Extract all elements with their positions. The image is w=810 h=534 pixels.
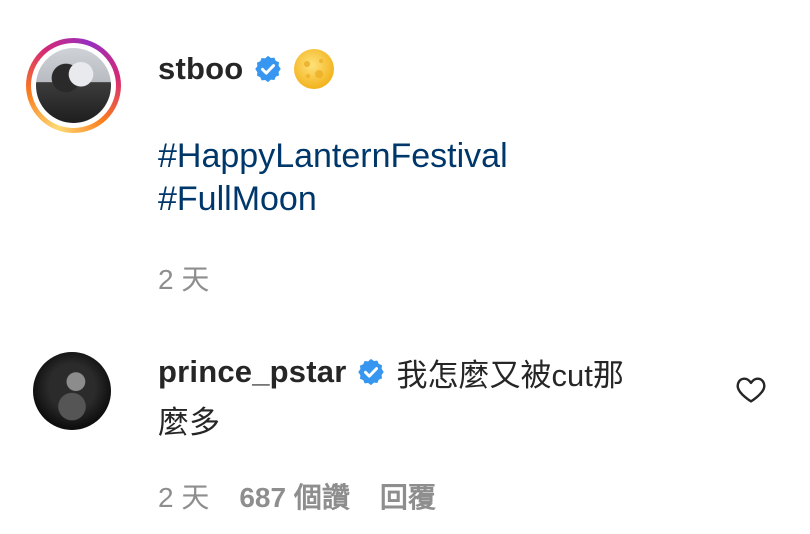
post-avatar xyxy=(31,43,116,128)
moon-emoji-icon xyxy=(294,49,335,89)
post-timestamp: 2 天 xyxy=(158,264,210,295)
reply-button[interactable]: 回覆 xyxy=(380,476,436,516)
post-avatar-photo xyxy=(36,48,111,123)
comment-avatar[interactable] xyxy=(33,352,111,430)
comment-timestamp: 2 天 xyxy=(158,482,210,513)
verified-badge-icon xyxy=(255,55,282,83)
post-avatar-story-ring[interactable] xyxy=(26,38,121,133)
post-username[interactable]: stboo xyxy=(158,51,243,87)
post-hashtag-1[interactable]: #HappyLanternFestival xyxy=(158,135,508,178)
post-hashtag-2[interactable]: #FullMoon xyxy=(158,178,317,221)
post-header: stboo xyxy=(158,49,335,89)
verified-badge-icon xyxy=(358,358,385,386)
comment-username[interactable]: prince_pstar xyxy=(158,354,346,390)
heart-icon[interactable] xyxy=(735,374,767,404)
comment-likes-count[interactable]: 687 個讚 xyxy=(239,476,350,516)
comment-line-1: prince_pstar 我怎麼又被cut那 xyxy=(158,352,624,393)
comment-text-line-1: 我怎麼又被cut那 xyxy=(396,357,624,393)
comment-text-line-2: 麼多 xyxy=(158,405,220,440)
comment-meta-row: 2 天 687 個讚 回覆 xyxy=(158,476,436,516)
